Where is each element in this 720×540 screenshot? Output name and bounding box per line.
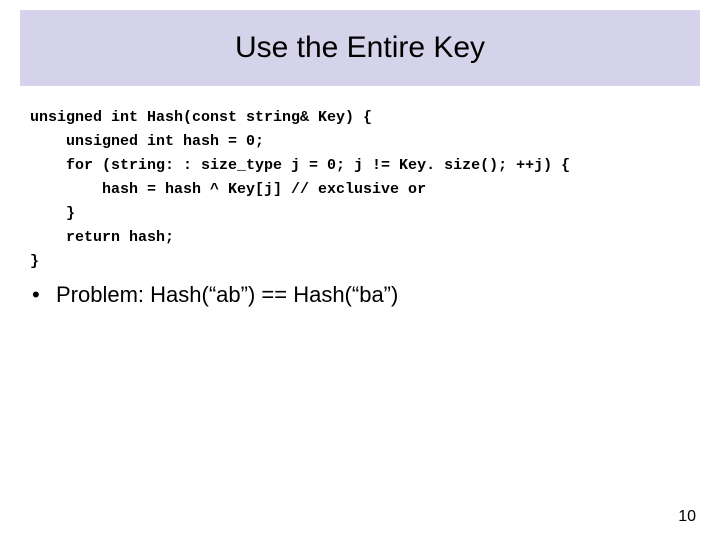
slide-title: Use the Entire Key	[235, 31, 485, 65]
bullet-line: • Problem: Hash(“ab”) == Hash(“ba”)	[30, 282, 690, 308]
bullet-area: • Problem: Hash(“ab”) == Hash(“ba”)	[30, 282, 690, 308]
code-line-1: unsigned int Hash(const string& Key) {	[30, 109, 372, 126]
slide: Use the Entire Key unsigned int Hash(con…	[0, 0, 720, 540]
code-line-3: for (string: : size_type j = 0; j != Key…	[30, 157, 570, 174]
code-line-2: unsigned int hash = 0;	[30, 133, 264, 150]
code-line-4: hash = hash ^ Key[j] // exclusive or	[30, 181, 426, 198]
bullet-dot-icon: •	[30, 282, 56, 308]
code-line-5: }	[30, 205, 75, 222]
code-line-6: return hash;	[30, 229, 174, 246]
code-block: unsigned int Hash(const string& Key) { u…	[30, 106, 690, 274]
title-band: Use the Entire Key	[20, 10, 700, 86]
code-line-7: }	[30, 253, 39, 270]
page-number: 10	[678, 508, 696, 526]
bullet-text: Problem: Hash(“ab”) == Hash(“ba”)	[56, 282, 690, 308]
